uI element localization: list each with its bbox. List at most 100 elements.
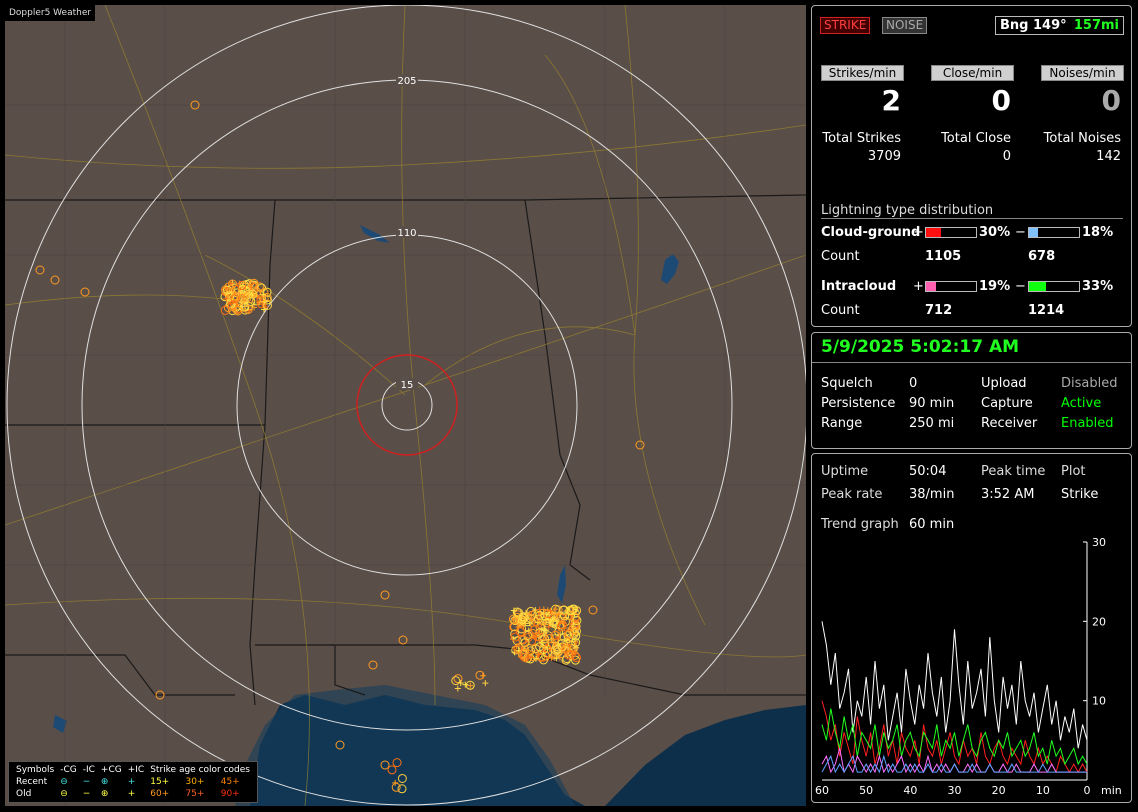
cloud-ground-label: Cloud-ground [821,225,921,240]
legend-symbol: ⊕ [100,777,109,787]
legend-symbol: ⊖ [60,777,68,787]
legend-header: -IC [82,765,95,775]
range-ring [81,79,733,731]
x-tick-label: 30 [948,784,962,797]
x-tick-label: 60 [815,784,829,797]
ic-minus-sign: − [1015,279,1026,294]
squelch-value[interactable]: 0 [909,376,917,391]
distribution-title: Lightning type distribution [821,203,994,218]
strike-marker [588,605,598,615]
uptime-label: Uptime [821,464,869,479]
x-tick-label: 20 [992,784,1006,797]
ic-negative-bar-fill [1029,282,1046,291]
strike-button[interactable]: STRIKE [820,17,871,34]
plot-value[interactable]: Strike [1061,487,1098,502]
strikes-rate: 2 [881,84,901,117]
ic-count-label: Count [821,303,860,318]
range-ring [6,5,806,806]
capture-status[interactable]: Active [1061,396,1101,411]
strike-marker [380,590,390,600]
bearing-value: Bng 149° [1000,18,1067,33]
strike-marker [635,440,645,450]
legend-age: 15+ [150,777,170,787]
noises-rate: 0 [1101,84,1121,117]
range-value[interactable]: 250 mi [909,416,954,431]
legend-recent-label: Recent [16,777,48,787]
cg-negative-bar [1028,227,1080,238]
strike-marker [482,680,489,687]
ic-positive-percent: 19% [979,279,1011,294]
stats-panel: Uptime 50:04 Peak time Plot Peak rate 38… [811,453,1132,803]
cg-positive-percent: 30% [979,225,1011,240]
strikes-per-min-header[interactable]: Strikes/min [821,65,904,81]
uptime-value: 50:04 [909,464,947,479]
legend-symbol: − [82,777,91,787]
range-ring-labels: 205 110 15 [396,74,418,391]
settings-panel: 5/9/2025 5:02:17 AM Squelch 0 Upload Dis… [811,332,1132,449]
lake [661,254,679,284]
legend-age: 75+ [185,789,205,799]
receiver-status[interactable]: Enabled [1061,416,1114,431]
map-canvas[interactable]: 205 110 15 [5,5,806,806]
gulf-water-east [605,705,806,806]
datetime-display: 5/9/2025 5:02:17 AM [821,337,1020,357]
strike-map[interactable]: Doppler5 Weather 205 110 15 Symbols -CG … [5,5,806,806]
trend-chart: 30 20 10 60 50 40 30 20 10 0 min [815,536,1122,797]
county-lines [5,5,806,806]
divider [821,218,1123,219]
legend-old-label: Old [16,789,32,799]
range-ring [236,234,578,576]
strike-markers [35,100,645,794]
peak-rate-label: Peak rate [821,487,883,502]
range-rings [6,5,806,806]
total-close-label: Total Close [941,131,1011,146]
legend-age: 30+ [185,777,205,787]
close-per-min-header[interactable]: Close/min [931,65,1014,81]
total-close-value: 0 [1002,149,1011,164]
legend-symbol: ⊖ [60,789,68,799]
total-noises-label: Total Noises [1043,131,1121,146]
persistence-label: Persistence [821,396,896,411]
legend-symbol: − [82,789,91,799]
plot-label: Plot [1061,464,1086,479]
strike-marker [454,685,461,692]
ic-positive-bar-fill [926,282,936,291]
legend-symbol: ⊕ [100,789,109,799]
squelch-label: Squelch [821,376,873,391]
distance-value: 157mi [1073,18,1119,33]
cg-negative-percent: 18% [1082,225,1114,240]
status-panel: STRIKE NOISE Bng 149° 157mi Strikes/min … [811,5,1132,327]
total-noises-value: 142 [1096,149,1121,164]
trend-series-line [821,700,1088,774]
noises-per-min-header[interactable]: Noises/min [1041,65,1124,81]
trend-series-line [821,621,1088,749]
trend-series-line [821,748,1087,774]
noise-button[interactable]: NOISE [882,17,928,34]
ring-label: 205 [397,76,416,87]
legend-symbol: + [127,777,136,787]
total-strikes-value: 3709 [867,149,901,164]
total-strikes-label: Total Strikes [822,131,901,146]
ic-positive-count: 712 [925,303,953,318]
ring-label: 15 [401,380,414,391]
x-tick-label: 50 [859,784,873,797]
lake [557,565,566,603]
legend-symbols-label: Symbols [16,765,55,775]
upload-status[interactable]: Disabled [1061,376,1117,391]
x-unit-label: min [1101,784,1122,797]
ic-positive-bar [925,281,977,292]
cg-negative-count: 678 [1028,249,1056,264]
y-tick-label: 20 [1092,615,1106,628]
cg-minus-sign: − [1015,225,1026,240]
upload-label: Upload [981,376,1027,391]
cg-plus-sign: + [913,225,924,240]
receiver-label: Receiver [981,416,1038,431]
strike-marker [80,287,90,297]
persistence-value[interactable]: 90 min [909,396,954,411]
ic-plus-sign: + [913,279,924,294]
app-title: Doppler5 Weather [5,5,96,21]
close-ring [356,354,458,456]
divider [812,362,1131,363]
cg-positive-bar [925,227,977,238]
state-borders [5,194,806,706]
